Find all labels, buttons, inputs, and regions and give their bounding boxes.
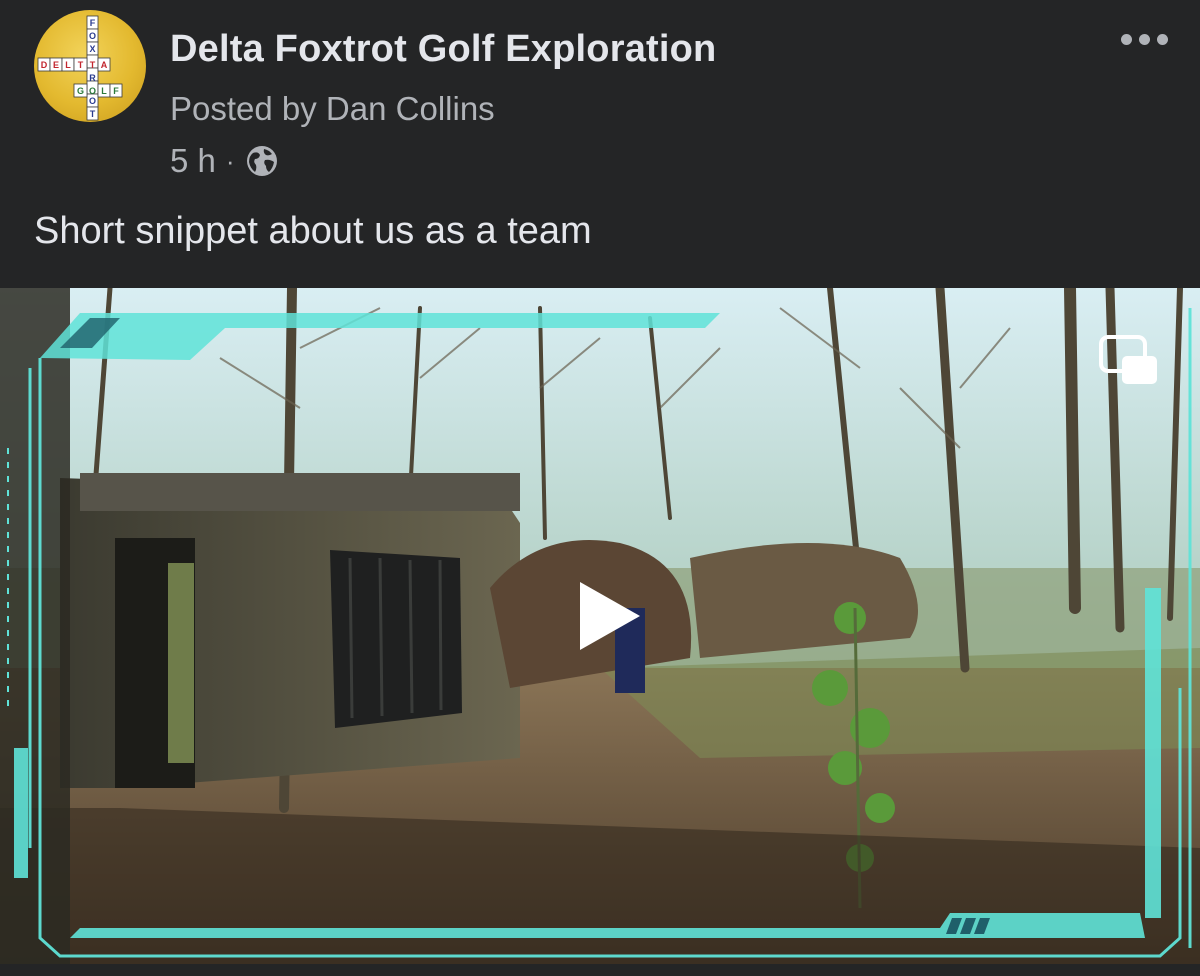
svg-text:D: D xyxy=(41,60,48,70)
page-name[interactable]: Delta Foxtrot Golf Exploration xyxy=(170,28,716,71)
svg-text:O: O xyxy=(89,31,96,41)
video-player[interactable] xyxy=(0,288,1200,964)
page-avatar[interactable]: D E L T T A F O X R O T G O L F xyxy=(34,10,146,122)
svg-text:L: L xyxy=(101,86,107,96)
post-text: Short snippet about us as a team xyxy=(34,210,592,252)
svg-text:O: O xyxy=(89,86,96,96)
more-dots-icon xyxy=(1120,33,1132,45)
posted-by-text: Posted by Dan Collins xyxy=(170,90,495,127)
svg-text:G: G xyxy=(77,86,84,96)
svg-text:X: X xyxy=(89,44,95,54)
svg-text:T: T xyxy=(78,60,84,70)
svg-text:A: A xyxy=(101,60,108,70)
meta-separator: · xyxy=(225,145,235,176)
svg-text:E: E xyxy=(53,60,59,70)
svg-text:L: L xyxy=(65,60,71,70)
svg-text:F: F xyxy=(90,18,96,28)
svg-text:R: R xyxy=(89,73,96,83)
post-timestamp[interactable]: 5 h xyxy=(170,142,216,180)
svg-text:T: T xyxy=(90,60,96,70)
svg-text:O: O xyxy=(89,96,96,106)
avatar-logo: D E L T T A F O X R O T G O L F xyxy=(37,15,123,121)
picture-in-picture-icon[interactable] xyxy=(1098,334,1160,390)
more-options-button[interactable] xyxy=(1116,24,1172,54)
post-header: D E L T T A F O X R O T G O L F Delta Fo… xyxy=(0,0,1200,288)
post-divider xyxy=(0,964,1200,976)
svg-text:F: F xyxy=(113,86,119,96)
play-button[interactable] xyxy=(578,580,668,676)
svg-text:T: T xyxy=(90,109,96,119)
post-meta: 5 h · xyxy=(170,140,279,182)
globe-icon[interactable] xyxy=(245,144,279,178)
play-icon xyxy=(580,582,640,650)
